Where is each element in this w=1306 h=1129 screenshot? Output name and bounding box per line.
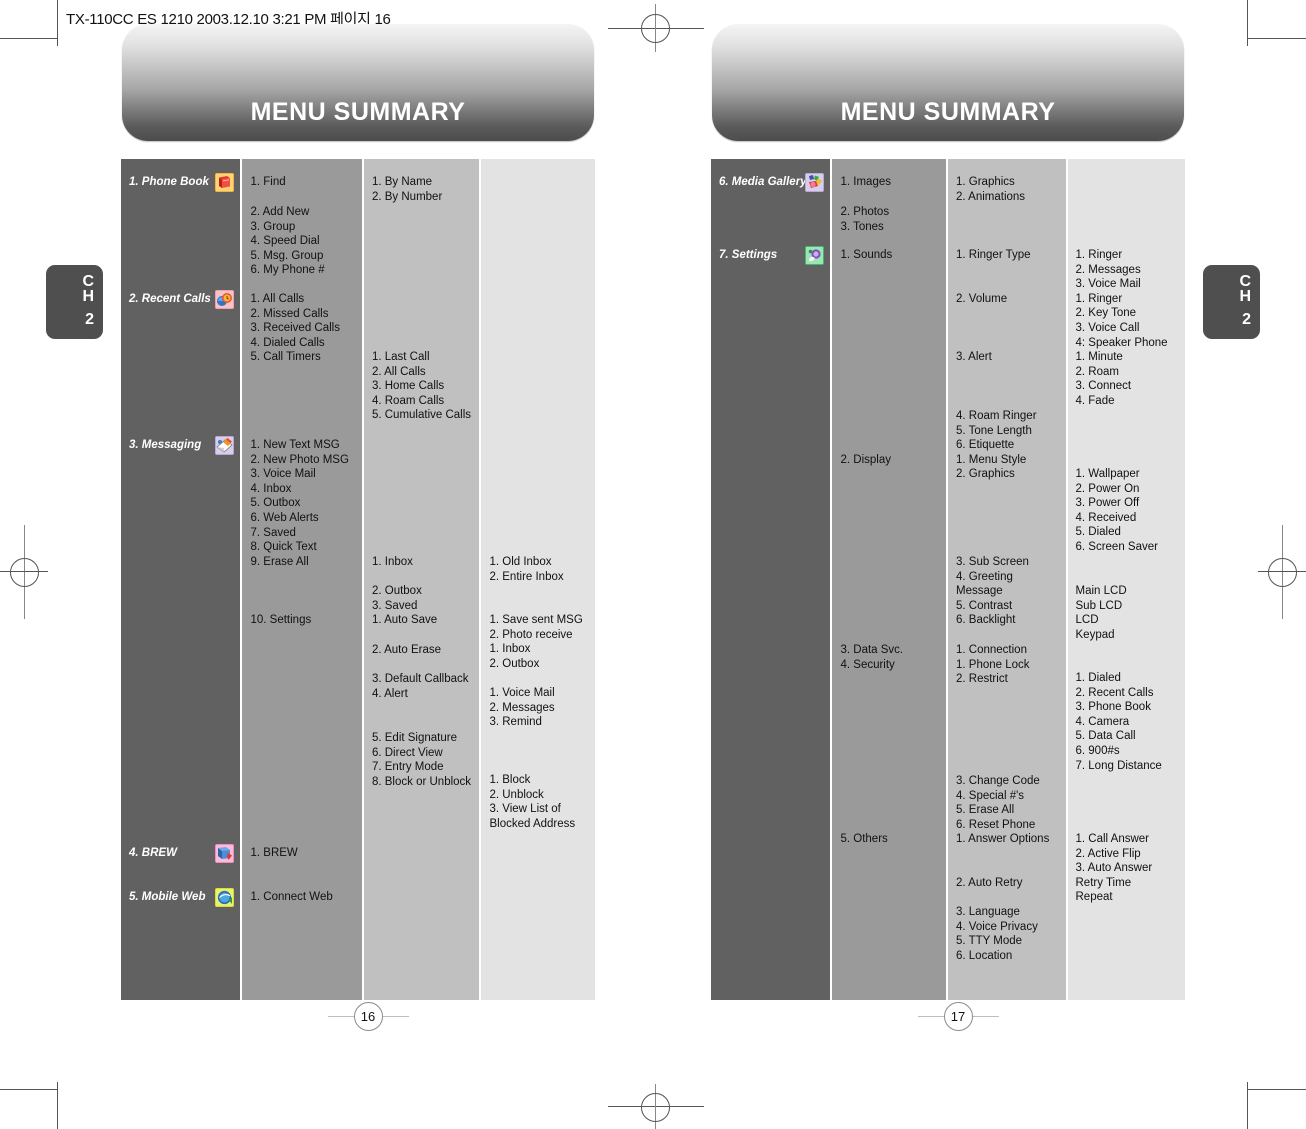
menu-entry: 1. Voice Mail 2. Messages 3. Remind (489, 687, 555, 729)
messaging-icon (215, 436, 235, 455)
page-number-16: 16 (98, 1001, 638, 1031)
menu-column-level3: 1. Graphics 2. Animations 1. Ringer Type 2… (948, 159, 1066, 1000)
page-number-rule-right (972, 1015, 999, 1017)
settings-icon (805, 246, 825, 265)
menu-entry: 1. Sounds (840, 249, 893, 261)
menu-column-level2: 1. Find 2. Add New 3. Group 4. Speed Dial… (242, 159, 362, 1000)
menu-entry: 1. Find (250, 176, 286, 188)
menu-entry: 1. New Text MSG 2. New Photo MSG 3. Voic… (250, 439, 349, 568)
menu-entry: 1. Images (840, 176, 891, 188)
menu-table: 1. Phone Book 2. Recent Calls 3. Messaging… (121, 159, 595, 1000)
crop-line-bottom-right-h (1247, 1089, 1306, 1090)
menu-entry: 6. Backlight (956, 614, 1016, 626)
page-16: MENU SUMMARY 1. Phone Book 2. Recent Call… (98, 0, 638, 1129)
page-number-value: 16 (353, 1001, 383, 1031)
registration-mark-right (1258, 525, 1306, 619)
menu-column-level1: 1. Phone Book 2. Recent Calls 3. Messaging… (121, 159, 241, 1000)
menu-entry: 2. Photos 3. Tones (840, 206, 890, 233)
chapter-tab-number: 2 (1242, 311, 1251, 328)
menu-entry: 5. Edit Signature 6. Direct View 7. Entr… (371, 732, 472, 788)
chapter-tab-label: C H (1239, 273, 1251, 305)
menu-column-level1: 6. Media Gallery 7. Settings (711, 159, 831, 1000)
phone-book-icon (215, 173, 235, 192)
crop-line-top-right-v (1247, 0, 1248, 46)
menu-entry: 3. Default Callback 4. Alert (371, 673, 469, 700)
media-gallery-icon (805, 173, 825, 192)
page-banner: MENU SUMMARY (712, 24, 1184, 141)
menu-table: 6. Media Gallery 7. Settings 1. Images 2. … (711, 159, 1185, 1000)
mobile-web-icon (215, 888, 235, 907)
menu-column-level4: 1. Ringer 2. Messages 3. Voice Mail 1. R… (1067, 159, 1185, 1000)
menu-entry: 4. Roam Ringer 5. Tone Length 6. Etiquet… (956, 410, 1037, 481)
menu-entry: 1. Last Call 2. All Calls 3. Home Calls … (371, 351, 472, 422)
menu-entry: 1. Block 2. Unblock 3. View List of Bloc… (489, 774, 576, 830)
page-17: MENU SUMMARY 6. Media Gallery 7. Settings… (688, 0, 1228, 1129)
menu-entry: 2. Outbox 3. Saved 1. Auto Save (371, 585, 438, 627)
menu-entry: 3. Sub Screen 4. Greeting Message 5. Con… (956, 556, 1029, 612)
registration-mark-left (0, 525, 48, 619)
menu-entry: 1. Graphics 2. Animations (956, 176, 1026, 203)
crop-line-bottom-left-h (0, 1089, 57, 1090)
page-number-rule-right (382, 1015, 409, 1017)
menu-column-level3: 1. By Name 2. By Number 1. Last Call 2. A… (363, 159, 480, 1000)
menu-entry: 2. Auto Retry (956, 877, 1023, 889)
crop-line-top-right-h (1247, 38, 1306, 39)
menu-entry: 1. Connection 1. Phone Lock 2. Restrict (956, 644, 1030, 686)
menu-column-level2: 1. Images 2. Photos 3. Tones 1. Sounds 2. D… (832, 159, 946, 1000)
menu-entry: 1. Save sent MSG 2. Photo receive 1. Inb… (489, 614, 583, 670)
menu-entry: 1. Call Answer 2. Active Flip 3. Auto An… (1075, 833, 1153, 904)
crop-line-bottom-left-v (57, 1082, 58, 1129)
menu-entry: 1. Old Inbox 2. Entire Inbox (489, 556, 564, 583)
menu-entry: 2. Add New 3. Group 4. Speed Dial 5. Msg… (250, 206, 325, 277)
chapter-tab-left: C H 2 (46, 265, 103, 339)
menu-entry: 1. Dialed 2. Recent Calls 3. Phone Book … (1075, 672, 1162, 772)
menu-entry: 1. By Name 2. By Number (371, 176, 443, 203)
menu-entry: 2. Display (840, 454, 891, 466)
page-number-value: 17 (943, 1001, 973, 1031)
brew-icon (215, 844, 235, 863)
menu-entry: 2. Auto Erase (371, 644, 442, 656)
menu-entry: 1. Ringer Type (956, 249, 1031, 261)
menu-column-level4: 1. Old Inbox 2. Entire Inbox 1. Save sent… (481, 159, 595, 1000)
crop-line-top-left-h (0, 38, 57, 39)
page-title: MENU SUMMARY (840, 98, 1056, 126)
menu-entry: 1. Inbox (371, 556, 413, 568)
recent-calls-icon (215, 290, 235, 309)
menu-entry: 1. Connect Web (250, 891, 333, 903)
page-number-17: 17 (688, 1001, 1228, 1031)
page-number-rule-left (327, 1015, 354, 1017)
chapter-tab-number: 2 (85, 311, 94, 328)
menu-entry: 3. Data Svc. 4. Security (840, 644, 904, 671)
page-number-rule-left (917, 1015, 944, 1017)
menu-entry: 10. Settings (250, 614, 312, 626)
chapter-tab-label: C H (82, 273, 94, 305)
menu-entry: 1. Wallpaper 2. Power On 3. Power Off 4.… (1075, 468, 1158, 553)
menu-entry: 2. Volume (956, 293, 1008, 305)
menu-entry: 3. Language 4. Voice Privacy 5. TTY Mode… (956, 906, 1038, 962)
page-banner: MENU SUMMARY (122, 24, 594, 141)
page-title: MENU SUMMARY (250, 98, 466, 126)
crop-line-top-left-v (57, 0, 58, 46)
menu-entry: 1. BREW (250, 847, 298, 859)
menu-entry: 1. Ringer 2. Messages 3. Voice Mail 1. R… (1075, 249, 1168, 407)
menu-entry: 3. Change Code 4. Special #'s 5. Erase A… (956, 775, 1050, 846)
menu-entry: 5. Others (840, 833, 888, 845)
menu-entry: 3. Alert (956, 351, 992, 363)
menu-entry: Main LCD Sub LCD LCD Keypad (1075, 585, 1127, 641)
menu-entry: 1. All Calls 2. Missed Calls 3. Received… (250, 293, 340, 364)
